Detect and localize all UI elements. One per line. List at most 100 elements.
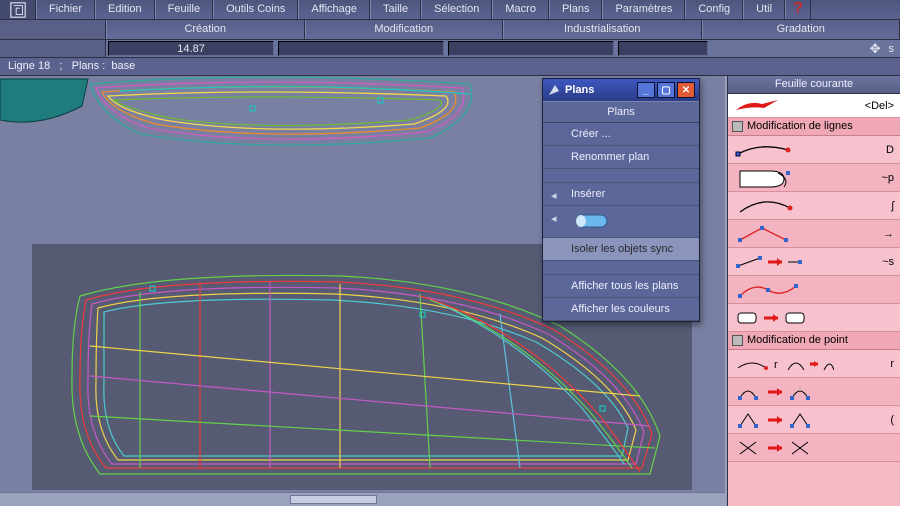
valbar-suffix: s [889, 43, 895, 55]
tool-line-1[interactable]: D [728, 136, 900, 164]
mode-gradation[interactable]: Gradation [702, 20, 900, 39]
plans-item-afficher-tous[interactable]: Afficher tous les plans [543, 275, 699, 298]
mode-modification[interactable]: Modification [305, 20, 504, 39]
point-peak-swap-icon [734, 410, 844, 430]
menu-help[interactable]: ? [785, 0, 811, 19]
status-plans-label: Plans : [72, 60, 106, 72]
menu-parametres[interactable]: Paramètres [602, 0, 685, 19]
tool-delete-key: <Del> [865, 100, 894, 112]
horizontal-scrollbar[interactable] [0, 492, 725, 506]
arc-adjust-icon [734, 196, 794, 216]
main-menubar: Fichier Edition Feuille Outils Coins Aff… [0, 0, 900, 20]
plans-item-afficher-couleurs[interactable]: Afficher les couleurs [543, 298, 699, 321]
section-mod-lignes[interactable]: Modification de lignes [728, 118, 900, 136]
menu-selection[interactable]: Sélection [421, 0, 492, 19]
menu-plans[interactable]: Plans [549, 0, 603, 19]
mode-creation[interactable]: Création [106, 20, 305, 39]
move-segment-icon [734, 252, 804, 272]
point-reshape-icon: r [734, 354, 834, 374]
section2-checkbox[interactable] [732, 335, 743, 346]
right-panel-header: Feuille courante [728, 76, 900, 94]
cursor-mode-icon[interactable]: ✥ [870, 41, 881, 57]
streak-icon [734, 98, 780, 114]
tool-point-3[interactable]: ( [728, 406, 900, 434]
section1-label: Modification de lignes [747, 120, 853, 132]
tool-point-1-key: r [890, 358, 894, 370]
menu-util[interactable]: Util [743, 0, 785, 19]
tool-line-6[interactable] [728, 276, 900, 304]
menu-config[interactable]: Config [685, 0, 743, 19]
dialog-close-button[interactable]: ✕ [677, 82, 695, 98]
tool-line-4[interactable]: → [728, 220, 900, 248]
tool-point-2[interactable] [728, 378, 900, 406]
plans-item-renommer[interactable]: Renommer plan [543, 146, 699, 169]
status-line-label: Ligne 18 [8, 60, 50, 72]
plans-item-eraser[interactable]: ◂ [543, 206, 699, 238]
menu-macro[interactable]: Macro [492, 0, 549, 19]
plans-item-inserer[interactable]: ◂ Insérer [543, 183, 699, 206]
menu-fichier[interactable]: Fichier [36, 0, 95, 19]
modebar-spacer [0, 20, 106, 39]
menu-outils-coins[interactable]: Outils Coins [213, 0, 298, 19]
plans-spacer-2 [543, 261, 699, 275]
menu-feuille[interactable]: Feuille [155, 0, 213, 19]
valbar-right: ✥ s [710, 40, 900, 57]
right-tool-panel: Feuille courante <Del> Modification de l… [727, 76, 900, 506]
tool-line-5[interactable]: ~s [728, 248, 900, 276]
shape-piece-icon [734, 167, 794, 189]
left-arrow-icon-2: ◂ [551, 212, 557, 225]
tool-delete-row[interactable]: <Del> [728, 94, 900, 118]
svg-text:r: r [774, 359, 778, 371]
valbar-spacer [0, 40, 106, 57]
status-line: Ligne 18 ; Plans : base [0, 58, 900, 76]
scrollbar-thumb[interactable] [290, 495, 377, 504]
plans-item-creer[interactable]: Créer ... [543, 123, 699, 146]
dialog-maximize-button[interactable]: ▢ [657, 82, 675, 98]
plans-dialog-header: Plans [543, 101, 699, 123]
left-arrow-icon: ◂ [551, 189, 557, 202]
curve-edit-icon [734, 140, 794, 160]
point-curve-swap-icon [734, 382, 844, 402]
tool-line-1-key: D [886, 144, 894, 156]
plans-dialog[interactable]: Plans _ ▢ ✕ Plans Créer ... Renommer pla… [542, 78, 700, 322]
replace-shape-icon [734, 308, 814, 328]
eraser-icon [571, 220, 613, 232]
tool-line-7[interactable] [728, 304, 900, 332]
value-input-0[interactable]: 14.87 [108, 41, 274, 56]
point-cross-swap-icon [734, 438, 844, 458]
tool-line-2[interactable]: ~p [728, 164, 900, 192]
app-logo [0, 0, 36, 19]
tool-point-4[interactable] [728, 434, 900, 462]
tool-line-4-key: → [883, 228, 894, 240]
plans-dialog-title: Plans [565, 84, 594, 96]
curve-handles-icon [734, 280, 804, 300]
plans-item-inserer-label: Insérer [571, 188, 605, 200]
menu-affichage[interactable]: Affichage [298, 0, 370, 19]
tool-point-3-key: ( [890, 414, 894, 426]
mode-bar: Création Modification Industrialisation … [0, 20, 900, 40]
plans-spacer-1 [543, 169, 699, 183]
tool-line-2-key: ~p [881, 172, 894, 184]
value-input-1[interactable] [278, 41, 444, 56]
section1-checkbox[interactable] [732, 121, 743, 132]
plans-dialog-icon [547, 83, 561, 97]
plans-item-isoler[interactable]: Isoler les objets sync [543, 238, 699, 261]
value-bar: 14.87 ✥ s [0, 40, 900, 58]
status-sep: ; [59, 60, 62, 72]
section2-label: Modification de point [747, 334, 848, 346]
workspace: Feuille courante <Del> Modification de l… [0, 76, 900, 506]
value-input-3[interactable] [618, 41, 708, 56]
mode-industrialisation[interactable]: Industrialisation [503, 20, 702, 39]
dialog-minimize-button[interactable]: _ [637, 82, 655, 98]
plans-dialog-body: Plans Créer ... Renommer plan ◂ Insérer … [543, 101, 699, 321]
tool-point-1[interactable]: r r [728, 350, 900, 378]
menu-edition[interactable]: Edition [95, 0, 155, 19]
tool-line-3-key: ʃ [892, 200, 894, 212]
angle-handle-icon [734, 224, 794, 244]
value-input-2[interactable] [448, 41, 614, 56]
plans-dialog-titlebar[interactable]: Plans _ ▢ ✕ [543, 79, 699, 101]
tool-line-3[interactable]: ʃ [728, 192, 900, 220]
status-plans-value: base [111, 60, 135, 72]
menu-taille[interactable]: Taille [370, 0, 421, 19]
section-mod-point[interactable]: Modification de point [728, 332, 900, 350]
